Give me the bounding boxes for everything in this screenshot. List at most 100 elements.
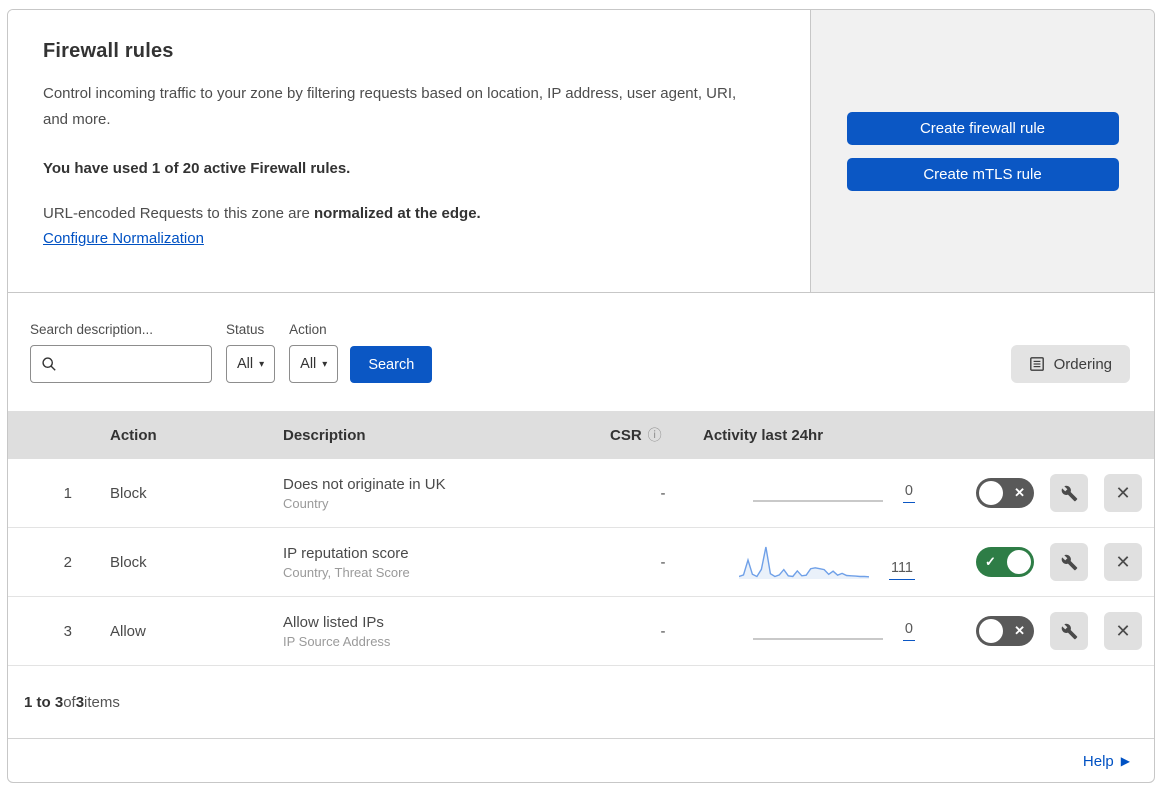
- toggle-state-icon: ✕: [1014, 485, 1025, 500]
- edit-rule-button[interactable]: [1050, 543, 1088, 581]
- action-label: Action: [289, 322, 327, 337]
- rule-csr: -: [660, 622, 666, 640]
- rule-action: Block: [110, 484, 147, 502]
- rule-description-cell: IP reputation score Country, Threat Scor…: [273, 545, 593, 580]
- close-icon: ✕: [1115, 551, 1131, 572]
- search-group: Search description...: [30, 322, 212, 383]
- action-column-header: Action: [110, 426, 157, 444]
- status-label: Status: [226, 322, 265, 337]
- edit-rule-button[interactable]: [1050, 474, 1088, 512]
- table-row: 2 Block IP reputation score Country, Thr…: [8, 528, 1154, 597]
- rule-description: Does not originate in UK: [283, 475, 446, 493]
- wrench-icon: [1061, 554, 1077, 570]
- csr-column-header: CSR ⓘ: [593, 425, 703, 445]
- rule-description: IP reputation score: [283, 544, 409, 562]
- pagination-of: of: [63, 693, 76, 711]
- rule-csr: -: [660, 484, 666, 502]
- normalization-note: URL-encoded Requests to this zone are no…: [43, 205, 770, 222]
- help-link[interactable]: Help ▶: [1083, 753, 1130, 770]
- firewall-rules-panel: Firewall rules Control incoming traffic …: [7, 9, 1155, 783]
- csr-label: CSR: [610, 426, 642, 444]
- action-select[interactable]: All ▾: [289, 345, 339, 383]
- rule-priority: 3: [63, 622, 72, 640]
- configure-normalization-link[interactable]: Configure Normalization: [43, 230, 204, 247]
- rule-description-cell: Does not originate in UK Country: [273, 476, 593, 511]
- normalization-text: URL-encoded Requests to this zone are: [43, 204, 314, 222]
- rule-enabled-toggle[interactable]: ✓: [976, 547, 1034, 577]
- search-icon: [42, 357, 56, 371]
- rule-controls: ✓ ✕: [933, 543, 1154, 581]
- table-header: Action Description CSR ⓘ Activity last 2…: [8, 411, 1154, 459]
- pagination-status: 1 to 3 of 3 items: [8, 666, 1154, 738]
- toggle-knob: [1007, 550, 1031, 574]
- help-footer: Help ▶: [8, 738, 1154, 782]
- delete-rule-button[interactable]: ✕: [1104, 543, 1142, 581]
- ordering-label: Ordering: [1053, 355, 1112, 373]
- rule-fields: IP Source Address: [283, 633, 391, 649]
- action-value: All: [300, 356, 317, 372]
- toggle-state-icon: ✓: [985, 554, 996, 569]
- activity-sparkline: [738, 546, 869, 579]
- rule-action: Block: [110, 553, 147, 571]
- action-group: Action All ▾: [289, 322, 339, 383]
- description-column-header: Description: [283, 426, 366, 444]
- page-title: Firewall rules: [43, 40, 174, 62]
- chevron-down-icon: ▾: [259, 358, 265, 370]
- close-icon: ✕: [1115, 620, 1131, 641]
- rule-priority: 2: [63, 553, 72, 571]
- chevron-down-icon: ▾: [322, 358, 328, 370]
- rule-fields: Country: [283, 495, 329, 511]
- help-label: Help: [1082, 752, 1114, 770]
- status-group: Status All ▾: [226, 322, 276, 383]
- search-button[interactable]: Search: [350, 346, 433, 383]
- rule-action: Allow: [110, 622, 146, 640]
- activity-count-link[interactable]: 0: [902, 483, 915, 503]
- table-row: 3 Allow Allow listed IPs IP Source Addre…: [8, 597, 1154, 666]
- rule-activity-cell: 0: [703, 483, 933, 503]
- toggle-knob: [979, 619, 1003, 643]
- toggle-knob: [979, 481, 1003, 505]
- rule-controls: ✕ ✕: [933, 474, 1154, 512]
- edit-rule-button[interactable]: [1050, 612, 1088, 650]
- rule-controls: ✕ ✕: [933, 612, 1154, 650]
- pagination-items: items: [84, 693, 120, 711]
- pagination-range: 1 to 3: [24, 693, 64, 711]
- normalization-bold: normalized at the edge.: [314, 204, 481, 222]
- filter-bar: Search description... Status All ▾ Actio…: [8, 293, 1154, 411]
- activity-count-link[interactable]: 0: [902, 621, 915, 641]
- arrow-right-icon: ▶: [1120, 754, 1130, 768]
- header-text-block: Firewall rules Control incoming traffic …: [8, 10, 811, 292]
- toggle-state-icon: ✕: [1014, 623, 1025, 638]
- search-input[interactable]: [30, 345, 212, 383]
- search-box: [30, 345, 212, 383]
- delete-rule-button[interactable]: ✕: [1104, 474, 1142, 512]
- rule-csr: -: [660, 553, 666, 571]
- rule-description: Allow listed IPs: [283, 613, 384, 631]
- rule-enabled-toggle[interactable]: ✕: [976, 616, 1034, 646]
- search-label: Search description...: [30, 322, 154, 337]
- status-select[interactable]: All ▾: [226, 345, 276, 383]
- delete-rule-button[interactable]: ✕: [1104, 612, 1142, 650]
- info-icon[interactable]: ⓘ: [648, 425, 662, 445]
- rule-enabled-toggle[interactable]: ✕: [976, 478, 1034, 508]
- rule-activity-cell: 0: [703, 621, 933, 641]
- header-section: Firewall rules Control incoming traffic …: [8, 10, 1154, 293]
- usage-summary: You have used 1 of 20 active Firewall ru…: [43, 159, 351, 177]
- ordering-button[interactable]: Ordering: [1010, 345, 1130, 383]
- close-icon: ✕: [1115, 482, 1131, 503]
- pagination-total: 3: [75, 693, 85, 711]
- activity-column-header: Activity last 24hr: [703, 426, 824, 444]
- activity-flatline: [752, 638, 883, 640]
- ordering-list-icon: [1029, 357, 1044, 371]
- create-firewall-rule-button[interactable]: Create firewall rule: [846, 111, 1119, 145]
- rule-description-cell: Allow listed IPs IP Source Address: [273, 614, 593, 649]
- rule-fields: Country, Threat Score: [283, 564, 410, 580]
- status-value: All: [237, 356, 254, 372]
- wrench-icon: [1061, 485, 1077, 501]
- activity-flatline: [752, 500, 883, 502]
- activity-count-link[interactable]: 111: [888, 560, 915, 580]
- wrench-icon: [1061, 623, 1077, 639]
- table-row: 1 Block Does not originate in UK Country…: [8, 459, 1154, 528]
- actions-panel: Create firewall rule Create mTLS rule: [811, 10, 1154, 292]
- create-mtls-rule-button[interactable]: Create mTLS rule: [846, 157, 1119, 191]
